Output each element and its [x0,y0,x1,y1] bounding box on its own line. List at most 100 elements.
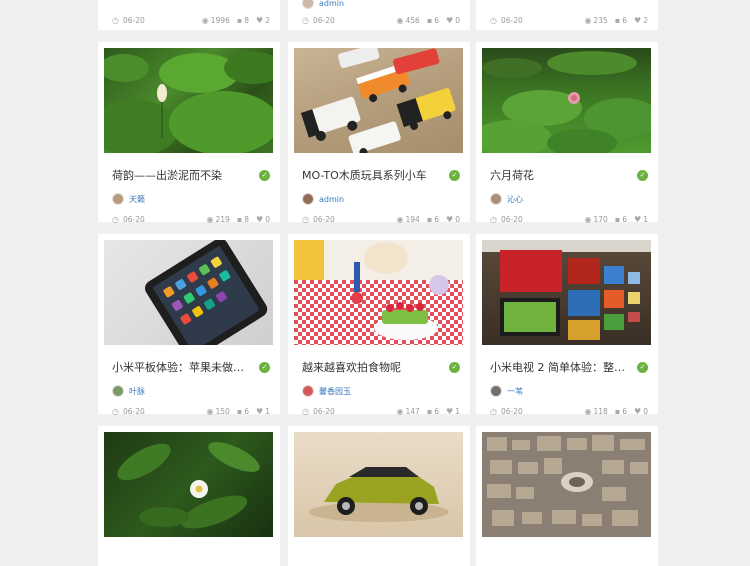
post-meta: ◷ 06-20 ◉ 1996 ▪ 8 ♥ 2 [112,14,270,26]
view-count: 219 [215,214,230,224]
view-count: 147 [405,406,420,416]
heart-icon[interactable]: ♥ [256,16,263,25]
post-date: 06-20 [500,214,523,224]
comment-icon: ▪ [426,406,433,416]
like-count: 2 [643,15,648,25]
verified-icon: ✓ [637,169,648,181]
heart-icon[interactable]: ♥ [446,407,453,416]
author-name[interactable]: 一苇 [507,386,523,397]
post-meta: ◷ 06-20 ◉ 456 ▪ 6 ♥ 0 [302,14,460,26]
clock-icon: ◷ [112,406,119,416]
post-date: 06-20 [122,15,145,25]
author-name[interactable]: admin [319,0,344,8]
author-name[interactable]: 馨香园玉 [319,386,351,397]
post-thumbnail[interactable] [294,240,463,345]
post-card[interactable]: 小米平板体验：苹果未做的... ✓ 叶脉 ◷ 06-20 ◉ 150 ▪ 6 ♥ 1 [98,234,280,417]
author-info[interactable]: 馨香园玉 [302,384,351,398]
like-count: 0 [265,214,270,224]
author-name[interactable]: 沁心 [507,194,523,205]
avatar [302,193,314,205]
comment-count: 6 [622,15,628,25]
post-thumbnail[interactable] [482,240,651,345]
heart-icon[interactable]: ♥ [634,215,641,224]
comment-icon: ▪ [236,15,243,25]
post-card[interactable] [98,426,280,566]
eye-icon: ◉ [584,406,592,416]
eye-icon: ◉ [396,406,404,416]
post-card[interactable]: 小米电视 2 简单体验：整体... ✓ 一苇 ◷ 06-20 ◉ 118 ▪ 6 ♥ 0 [476,234,658,416]
post-card[interactable]: 六月荷花 ✓ 沁心 ◷ 06-20 ◉ 170 ▪ 6 ♥ 1 [476,42,658,225]
post-thumbnail[interactable] [482,432,651,537]
author-info[interactable]: admin [302,0,344,10]
post-card[interactable]: ◷ 06-20 ◉ 1996 ▪ 8 ♥ 2 [98,0,280,30]
post-thumbnail[interactable] [294,48,463,153]
post-thumbnail[interactable] [294,432,463,537]
author-info[interactable]: 一苇 [490,384,523,398]
post-title[interactable]: 小米平板体验：苹果未做的... [112,359,252,375]
eye-icon: ◉ [206,214,214,224]
author-info[interactable]: 沁心 [490,192,523,206]
view-count: 1996 [210,15,230,25]
view-count: 194 [405,214,420,224]
like-count: 1 [265,406,270,416]
like-count: 2 [265,15,270,25]
post-card[interactable]: admin ◷ 06-20 ◉ 456 ▪ 6 ♥ 0 [288,0,470,30]
like-count: 0 [643,406,648,416]
post-title[interactable]: 荷韵——出淤泥而不染 [112,167,222,183]
view-count: 235 [593,15,608,25]
verified-icon: ✓ [259,361,270,373]
post-thumbnail[interactable] [104,432,273,537]
heart-icon[interactable]: ♥ [446,215,453,224]
verified-icon: ✓ [449,361,460,373]
comment-count: 6 [434,15,440,25]
post-card[interactable] [288,426,470,566]
eye-icon: ◉ [584,214,592,224]
post-meta: ◷ 06-20 ◉ 170 ▪ 6 ♥ 1 [490,213,648,225]
post-meta: ◷ 06-20 ◉ 150 ▪ 6 ♥ 1 [112,405,270,417]
clock-icon: ◷ [302,15,309,25]
like-count: 1 [455,406,460,416]
post-date: 06-20 [122,214,145,224]
view-count: 170 [593,214,608,224]
post-title[interactable]: 小米电视 2 简单体验：整体... [490,359,630,375]
post-title[interactable]: 越来越喜欢拍食物呢 [302,359,401,375]
comment-icon: ▪ [614,214,621,224]
post-thumbnail[interactable] [104,48,273,153]
clock-icon: ◷ [490,15,497,25]
clock-icon: ◷ [112,214,119,224]
author-info[interactable]: admin [302,192,344,206]
heart-icon[interactable]: ♥ [256,215,263,224]
post-title[interactable]: 六月荷花 [490,167,534,183]
author-name[interactable]: 叶脉 [129,386,145,397]
author-name[interactable]: 天籁 [129,194,145,205]
post-meta: ◷ 06-20 ◉ 219 ▪ 8 ♥ 0 [112,213,270,225]
author-info[interactable]: 天籁 [112,192,145,206]
comment-icon: ▪ [426,15,433,25]
comment-icon: ▪ [614,15,621,25]
post-date: 06-20 [312,406,335,416]
eye-icon: ◉ [206,406,214,416]
post-date: 06-20 [312,214,335,224]
heart-icon[interactable]: ♥ [256,407,263,416]
author-info[interactable]: 叶脉 [112,384,145,398]
post-card[interactable] [476,426,658,566]
post-card[interactable]: MO-TO木质玩具系列小车 ✓ admin ◷ 06-20 ◉ 194 ▪ 6 ♥ 0 [288,42,470,224]
clock-icon: ◷ [490,406,497,416]
post-card[interactable]: ◷ 06-20 ◉ 235 ▪ 6 ♥ 2 [476,0,658,30]
post-thumbnail[interactable] [482,48,651,153]
like-count: 1 [643,214,648,224]
clock-icon: ◷ [490,214,497,224]
post-card[interactable]: 越来越喜欢拍食物呢 ✓ 馨香园玉 ◷ 06-20 ◉ 147 ▪ 6 ♥ 1 [288,234,470,416]
avatar [112,385,124,397]
heart-icon[interactable]: ♥ [446,16,453,25]
heart-icon[interactable]: ♥ [634,407,641,416]
post-card[interactable]: 荷韵——出淤泥而不染 ✓ 天籁 ◷ 06-20 ◉ 219 ▪ 8 ♥ 0 [98,42,280,225]
post-thumbnail[interactable] [104,240,273,345]
post-title[interactable]: MO-TO木质玩具系列小车 [302,167,427,183]
post-date: 06-20 [312,15,335,25]
verified-icon: ✓ [259,169,270,181]
like-count: 0 [455,214,460,224]
comment-icon: ▪ [614,406,621,416]
heart-icon[interactable]: ♥ [634,16,641,25]
author-name[interactable]: admin [319,195,344,204]
